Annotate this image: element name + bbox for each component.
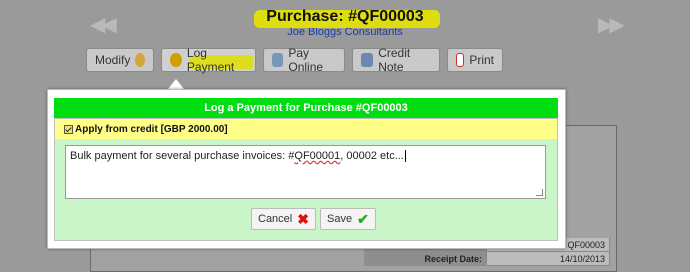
table-row: Receipt Date: 14/10/2013 xyxy=(364,252,610,266)
log-payment-button[interactable]: Log Payment xyxy=(161,46,256,74)
receipt-key: Receipt Date: xyxy=(364,252,486,266)
coins-icon xyxy=(170,53,182,67)
save-label: Save xyxy=(326,213,353,225)
dialog-title: Log a Payment for Purchase #QF00003 xyxy=(54,98,558,118)
dialog-actions: Cancel ✖ Save ✔ xyxy=(251,208,376,230)
credit-note-button[interactable]: Credit Note xyxy=(352,46,440,74)
note-text-start: Bulk payment for several purchase invoic… xyxy=(70,150,295,162)
page-title: Purchase: #QF00003 xyxy=(254,6,440,28)
credit-note-icon xyxy=(361,53,374,67)
receipt-value: 14/10/2013 xyxy=(486,252,610,266)
lock-icon xyxy=(272,53,284,67)
save-button[interactable]: Save ✔ xyxy=(319,208,376,230)
page-title-text: Purchase: #QF00003 xyxy=(266,8,424,25)
pay-online-label: Pay Online xyxy=(288,46,324,74)
cancel-button[interactable]: Cancel ✖ xyxy=(251,208,316,230)
resize-handle[interactable] xyxy=(536,189,543,196)
apply-credit-checkbox[interactable] xyxy=(64,124,73,134)
log-payment-dialog: Log a Payment for Purchase #QF00003 Appl… xyxy=(47,89,566,249)
credit-note-label: Credit Note xyxy=(378,46,411,74)
page-header: Purchase: #QF00003 Joe Bloggs Consultant… xyxy=(0,6,690,38)
note-text-end: , 00002 etc... xyxy=(340,150,404,162)
payment-note-textarea[interactable]: Bulk payment for several purchase invoic… xyxy=(65,145,546,199)
modify-button[interactable]: Modify xyxy=(86,48,154,72)
gear-icon xyxy=(135,53,145,67)
apply-credit-row: Apply from credit [GBP 2000.00] xyxy=(55,119,557,139)
print-label: Print xyxy=(469,53,494,67)
dialog-body: Apply from credit [GBP 2000.00] Bulk pay… xyxy=(54,118,558,241)
close-icon: ✖ xyxy=(297,210,309,227)
note-text-misspelled: QF00001 xyxy=(294,150,341,162)
print-button[interactable]: Print xyxy=(447,48,503,72)
modify-label: Modify xyxy=(95,53,131,67)
pdf-icon xyxy=(456,53,465,67)
text-cursor xyxy=(404,150,406,162)
log-payment-label: Log Payment xyxy=(186,46,235,74)
pay-online-button[interactable]: Pay Online xyxy=(263,46,345,74)
cancel-label: Cancel xyxy=(258,213,293,225)
popup-pointer xyxy=(168,79,184,89)
checkmark-icon: ✔ xyxy=(357,210,369,227)
apply-credit-label[interactable]: Apply from credit [GBP 2000.00] xyxy=(75,124,228,135)
